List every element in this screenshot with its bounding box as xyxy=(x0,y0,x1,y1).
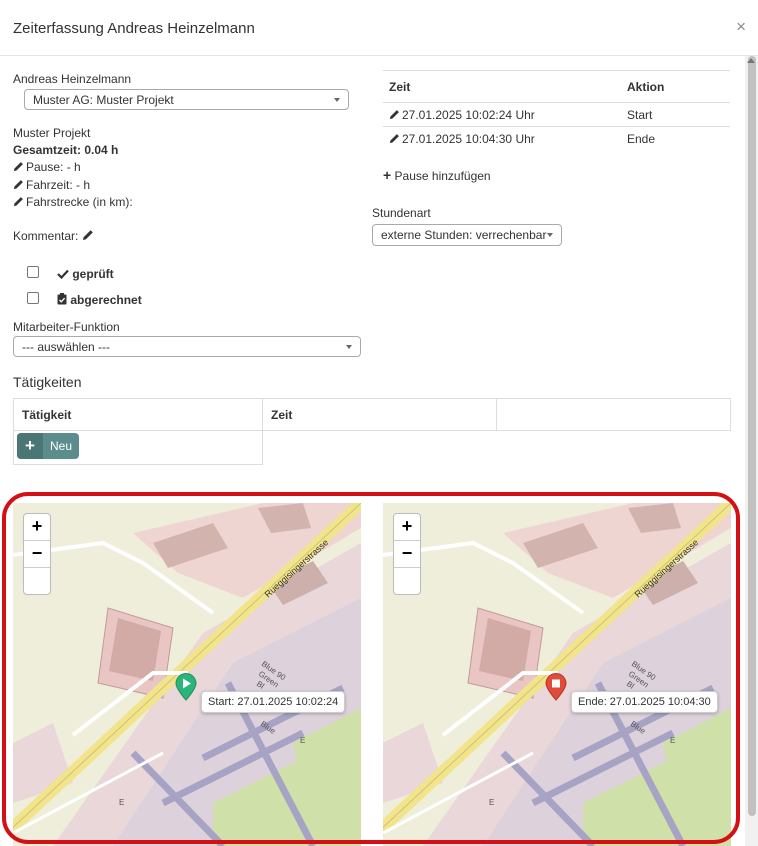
stundenart-select-value: externe Stunden: verrechenbar xyxy=(381,228,547,242)
project-name: Muster Projekt xyxy=(13,126,91,140)
close-icon[interactable]: × xyxy=(736,17,746,37)
pencil-icon[interactable] xyxy=(13,179,24,190)
activities-col-taetigkeit: Tätigkeit xyxy=(13,398,263,431)
chevron-down-icon xyxy=(547,233,553,237)
table-row[interactable]: 27.01.2025 10:02:24 Uhr Start xyxy=(383,102,730,127)
kommentar-label: Kommentar: xyxy=(13,229,79,243)
add-pause-link[interactable]: + Pause hinzufügen xyxy=(383,167,491,183)
fahrzeit-row[interactable]: Fahrzeit: - h xyxy=(13,178,90,192)
checked-label: geprüft xyxy=(72,267,114,281)
stundenart-select[interactable]: externe Stunden: verrechenbar xyxy=(372,224,562,246)
new-button-label: Neu xyxy=(50,439,73,453)
fahrstrecke-label: Fahrstrecke (in km): xyxy=(26,195,133,209)
scrollbar-thumb[interactable] xyxy=(748,56,756,816)
time-table: Zeit Aktion 27.01.2025 10:02:24 Uhr Star… xyxy=(383,70,730,151)
scroll-up-arrow-icon[interactable] xyxy=(747,58,755,63)
chevron-down-icon xyxy=(346,345,352,349)
checked-row: geprüft xyxy=(57,267,114,281)
funktion-select-value: --- auswählen --- xyxy=(22,340,111,354)
table-row[interactable]: 27.01.2025 10:04:30 Uhr Ende xyxy=(383,126,730,151)
project-select-value: Muster AG: Muster Projekt xyxy=(33,93,174,107)
checked-checkbox[interactable] xyxy=(27,266,39,278)
billed-row: abgerechnet xyxy=(57,293,142,307)
pencil-icon[interactable] xyxy=(13,196,24,207)
activities-heading: Tätigkeiten xyxy=(13,374,82,390)
pencil-icon[interactable] xyxy=(13,161,24,172)
row-action: Start xyxy=(621,102,730,127)
stundenart-label: Stundenart xyxy=(372,206,431,220)
project-select[interactable]: Muster AG: Muster Projekt xyxy=(24,89,349,110)
pause-row[interactable]: Pause: - h xyxy=(13,160,81,174)
fahrzeit-label: Fahrzeit: - h xyxy=(26,178,91,192)
funktion-label: Mitarbeiter-Funktion xyxy=(13,320,120,334)
pencil-icon[interactable] xyxy=(389,109,400,120)
billed-label: abgerechnet xyxy=(70,293,142,307)
row-action: Ende xyxy=(621,126,730,151)
time-header: Zeit xyxy=(383,70,621,103)
fahrstrecke-row[interactable]: Fahrstrecke (in km): xyxy=(13,195,133,209)
plus-icon: + xyxy=(17,433,43,459)
row-time: 27.01.2025 10:02:24 Uhr xyxy=(402,107,535,122)
highlight-frame xyxy=(2,492,740,844)
dialog-title: Zeiterfassung Andreas Heinzelmann xyxy=(13,20,255,37)
employee-name: Andreas Heinzelmann xyxy=(13,72,132,86)
activities-col-zeit: Zeit xyxy=(262,398,497,431)
total-time: Gesamtzeit: 0.04 h xyxy=(13,143,119,157)
dialog-header: Zeiterfassung Andreas Heinzelmann × xyxy=(0,0,758,56)
action-header: Aktion xyxy=(621,70,730,103)
new-activity-button[interactable]: + Neu xyxy=(17,433,79,459)
pencil-icon[interactable] xyxy=(389,133,400,144)
kommentar-row[interactable]: Kommentar: xyxy=(13,229,96,243)
billed-checkbox[interactable] xyxy=(27,292,39,304)
funktion-select[interactable]: --- auswählen --- xyxy=(13,336,361,357)
chevron-down-icon xyxy=(334,98,340,102)
activities-table: Tätigkeit Zeit xyxy=(13,398,731,465)
pencil-icon[interactable] xyxy=(82,229,94,241)
plus-icon: + xyxy=(383,167,392,183)
activities-col-empty xyxy=(496,398,731,431)
pause-label: Pause: - h xyxy=(26,160,81,174)
add-pause-label: Pause hinzufügen xyxy=(394,169,491,183)
checkmark-icon xyxy=(57,269,69,280)
clipboard-check-icon xyxy=(57,293,67,305)
row-time: 27.01.2025 10:04:30 Uhr xyxy=(402,131,535,146)
